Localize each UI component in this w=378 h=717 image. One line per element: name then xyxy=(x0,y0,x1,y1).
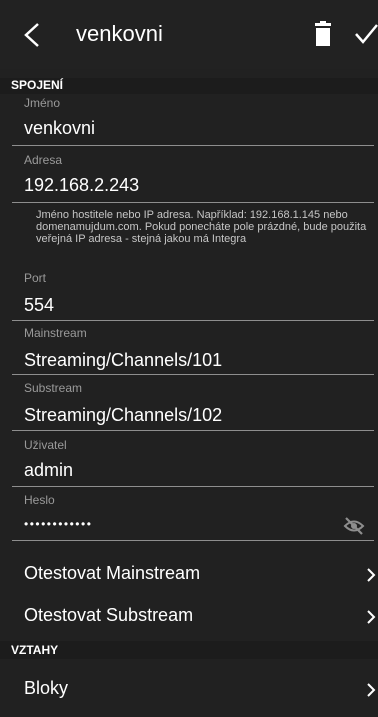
blocks-label: Bloky xyxy=(24,678,69,698)
section-header-connection: SPOJENÍ xyxy=(0,78,378,94)
address-hint: Jméno hostitele nebo IP adresa. Napříkla… xyxy=(36,209,367,245)
address-field[interactable]: 192.168.2.243 xyxy=(24,175,139,196)
trash-icon[interactable] xyxy=(313,21,333,47)
user-field[interactable]: admin xyxy=(24,460,73,481)
chevron-right-icon xyxy=(367,683,376,697)
port-underline xyxy=(12,320,374,321)
name-label: Jméno xyxy=(24,96,61,110)
user-label: Uživatel xyxy=(24,438,67,452)
test-mainstream-label: Otestovat Mainstream xyxy=(24,563,201,583)
test-substream-row[interactable]: Otestovat Substream xyxy=(0,597,378,637)
password-underline xyxy=(12,540,374,541)
eye-off-icon[interactable] xyxy=(343,516,365,536)
test-mainstream-row[interactable]: Otestovat Mainstream xyxy=(0,555,378,595)
substream-field[interactable]: Streaming/Channels/102 xyxy=(24,405,222,426)
section-header-relations: VZTAHY xyxy=(0,641,378,659)
mainstream-field[interactable]: Streaming/Channels/101 xyxy=(24,350,222,371)
port-field[interactable]: 554 xyxy=(24,295,54,316)
substream-underline xyxy=(12,430,374,431)
top-app-bar: venkovni xyxy=(0,0,378,69)
password-label: Heslo xyxy=(24,493,55,507)
substream-label: Substream xyxy=(24,381,83,395)
user-underline xyxy=(12,486,374,487)
chevron-right-icon xyxy=(367,610,376,624)
name-underline xyxy=(12,145,374,146)
check-icon[interactable] xyxy=(354,22,378,46)
address-label: Adresa xyxy=(24,153,63,167)
test-substream-label: Otestovat Substream xyxy=(24,605,194,625)
blocks-row[interactable]: Bloky xyxy=(0,670,378,710)
password-field[interactable]: •••••••••••• xyxy=(24,517,92,531)
mainstream-label: Mainstream xyxy=(24,326,87,340)
chevron-right-icon xyxy=(367,568,376,582)
address-underline xyxy=(12,202,374,203)
mainstream-underline xyxy=(12,374,374,375)
port-label: Port xyxy=(24,271,47,285)
page-title: venkovni xyxy=(76,21,163,46)
name-field[interactable]: venkovni xyxy=(24,118,95,139)
back-arrow-icon[interactable] xyxy=(22,22,42,48)
